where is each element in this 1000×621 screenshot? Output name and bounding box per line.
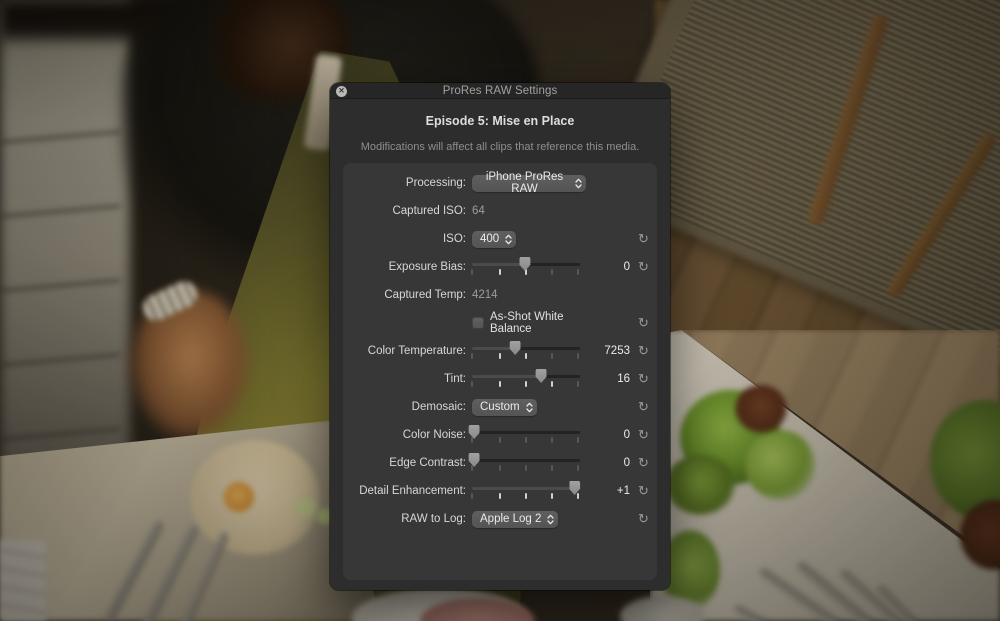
reset-button[interactable]: ↺	[638, 260, 649, 273]
row-label: Demosaic:	[343, 401, 466, 413]
color-temperature-slider[interactable]	[472, 341, 580, 361]
checkbox-label: As-Shot White Balance	[490, 311, 586, 335]
row-tint: Tint: 16 ↺	[343, 365, 657, 393]
row-label: Processing:	[343, 177, 466, 189]
raw-to-log-popup[interactable]: Apple Log 2	[472, 511, 558, 528]
media-title: Episode 5: Mise en Place	[330, 114, 670, 128]
popup-chevrons-icon	[526, 402, 533, 413]
row-detail-enhancement: Detail Enhancement: +1 ↺	[343, 477, 657, 505]
row-label: ISO:	[343, 233, 466, 245]
row-label: Color Temperature:	[343, 345, 466, 357]
row-label: Tint:	[343, 373, 466, 385]
iso-popup[interactable]: 400	[472, 231, 516, 248]
row-label: Edge Contrast:	[343, 457, 466, 469]
reset-button[interactable]: ↺	[638, 428, 649, 441]
reset-button[interactable]: ↺	[638, 512, 649, 525]
slider-thumb[interactable]	[519, 257, 530, 271]
color-noise-slider[interactable]	[472, 425, 580, 445]
popup-value: Apple Log 2	[480, 513, 541, 525]
row-color-noise: Color Noise: 0 ↺	[343, 421, 657, 449]
close-icon: ✕	[338, 87, 344, 95]
reset-button[interactable]: ↺	[638, 372, 649, 385]
modification-note: Modifications will affect all clips that…	[330, 141, 670, 153]
row-raw-to-log: RAW to Log: Apple Log 2 ↺	[343, 505, 657, 533]
popup-chevrons-icon	[505, 234, 512, 245]
row-label: RAW to Log:	[343, 513, 466, 525]
row-edge-contrast: Edge Contrast: 0 ↺	[343, 449, 657, 477]
close-button[interactable]: ✕	[336, 86, 347, 97]
tint-value: 16	[586, 373, 630, 385]
row-captured-temp: Captured Temp: 4214	[343, 281, 657, 309]
detail-enhancement-value: +1	[586, 485, 630, 497]
slider-thumb[interactable]	[536, 369, 547, 383]
row-exposure-bias: Exposure Bias: 0 ↺	[343, 253, 657, 281]
popup-chevrons-icon	[575, 178, 582, 189]
row-label: Detail Enhancement:	[343, 485, 466, 497]
popup-value: Custom	[480, 401, 520, 413]
exposure-bias-slider[interactable]	[472, 257, 580, 277]
row-label: Exposure Bias:	[343, 261, 466, 273]
window-title: ProRes RAW Settings	[443, 85, 558, 97]
reset-button[interactable]: ↺	[638, 400, 649, 413]
detail-enhancement-slider[interactable]	[472, 481, 580, 501]
exposure-bias-value: 0	[586, 261, 630, 273]
row-processing: Processing: iPhone ProRes RAW	[343, 169, 657, 197]
demosaic-popup[interactable]: Custom	[472, 399, 537, 416]
reset-button[interactable]: ↺	[638, 344, 649, 357]
color-noise-value: 0	[586, 429, 630, 441]
row-label: Color Noise:	[343, 429, 466, 441]
row-captured-iso: Captured ISO: 64	[343, 197, 657, 225]
color-temperature-value: 7253	[586, 345, 630, 357]
slider-thumb[interactable]	[510, 341, 521, 355]
edge-contrast-slider[interactable]	[472, 453, 580, 473]
edge-contrast-value: 0	[586, 457, 630, 469]
row-demosaic: Demosaic: Custom ↺	[343, 393, 657, 421]
popup-chevrons-icon	[547, 514, 554, 525]
captured-iso-value: 64	[472, 205, 485, 217]
popup-value: iPhone ProRes RAW	[480, 171, 569, 195]
captured-temp-value: 4214	[472, 289, 498, 301]
row-color-temperature: Color Temperature: 7253 ↺	[343, 337, 657, 365]
popup-value: 400	[480, 233, 499, 245]
prores-raw-settings-window: ✕ ProRes RAW Settings Episode 5: Mise en…	[330, 83, 670, 590]
as-shot-white-balance-checkbox[interactable]	[472, 317, 484, 329]
row-iso: ISO: 400 ↺	[343, 225, 657, 253]
reset-button[interactable]: ↺	[638, 484, 649, 497]
reset-button[interactable]: ↺	[638, 232, 649, 245]
tint-slider[interactable]	[472, 369, 580, 389]
row-label: Captured ISO:	[343, 205, 466, 217]
processing-popup[interactable]: iPhone ProRes RAW	[472, 175, 586, 192]
reset-button[interactable]: ↺	[638, 316, 649, 329]
row-label: Captured Temp:	[343, 289, 466, 301]
settings-panel: Processing: iPhone ProRes RAW Captured I…	[343, 163, 657, 580]
row-as-shot-white-balance: As-Shot White Balance ↺	[343, 309, 657, 337]
reset-button[interactable]: ↺	[638, 456, 649, 469]
window-titlebar[interactable]: ✕ ProRes RAW Settings	[330, 83, 670, 99]
